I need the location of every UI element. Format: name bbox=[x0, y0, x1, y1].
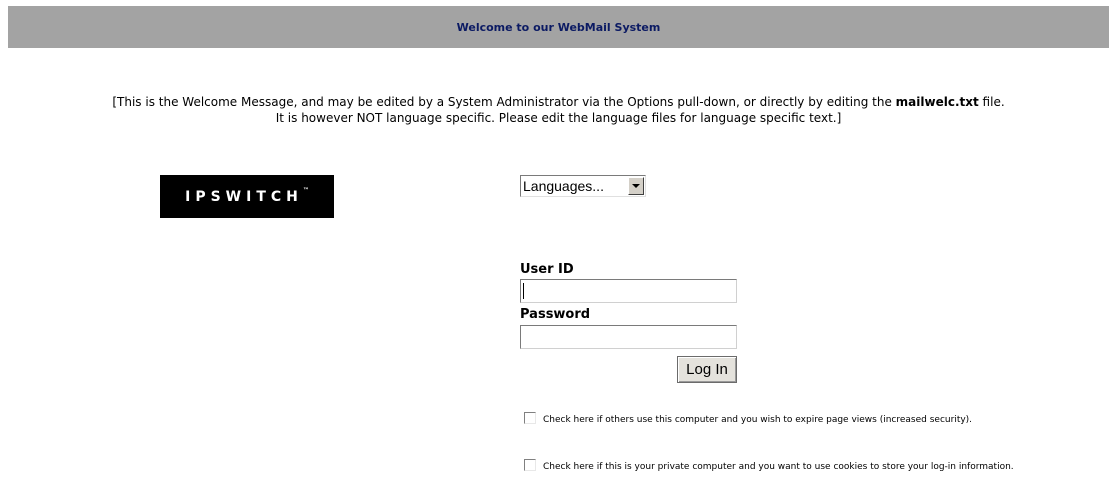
use-cookies-option: Check here if this is your private compu… bbox=[524, 459, 1014, 473]
language-select-value: Languages... bbox=[523, 178, 604, 194]
header-bar: Welcome to our WebMail System bbox=[8, 6, 1109, 48]
logo-wordmark: IPSWITCH bbox=[185, 188, 303, 205]
use-cookies-label: Check here if this is your private compu… bbox=[543, 462, 1014, 472]
user-id-label: User ID bbox=[520, 262, 574, 277]
welcome-line-1-prefix: [This is the Welcome Message, and may be… bbox=[112, 95, 896, 109]
chevron-down-icon[interactable] bbox=[628, 177, 644, 195]
language-select[interactable]: Languages... bbox=[520, 175, 646, 197]
text-cursor bbox=[523, 283, 524, 299]
welcome-line-1-suffix: file. bbox=[978, 95, 1005, 109]
user-id-input[interactable] bbox=[520, 279, 737, 303]
logo-trademark: ™ bbox=[302, 186, 309, 194]
welcome-line-2: It is however NOT language specific. Ple… bbox=[275, 111, 842, 125]
logo-text: IPSWITCH™ bbox=[185, 186, 309, 205]
password-input[interactable] bbox=[520, 325, 737, 349]
welcome-line-1: [This is the Welcome Message, and may be… bbox=[8, 94, 1109, 110]
log-in-button[interactable]: Log In bbox=[677, 356, 737, 383]
password-label: Password bbox=[520, 307, 591, 322]
welcome-message: [This is the Welcome Message, and may be… bbox=[8, 94, 1109, 126]
expire-views-label: Check here if others use this computer a… bbox=[543, 415, 973, 425]
use-cookies-checkbox[interactable] bbox=[524, 459, 536, 471]
page-title: Welcome to our WebMail System bbox=[456, 20, 661, 34]
expire-views-option: Check here if others use this computer a… bbox=[524, 412, 973, 426]
welcome-filename: mailwelc.txt bbox=[895, 95, 979, 109]
ipswitch-logo: IPSWITCH™ bbox=[160, 175, 334, 218]
expire-views-checkbox[interactable] bbox=[524, 412, 536, 424]
